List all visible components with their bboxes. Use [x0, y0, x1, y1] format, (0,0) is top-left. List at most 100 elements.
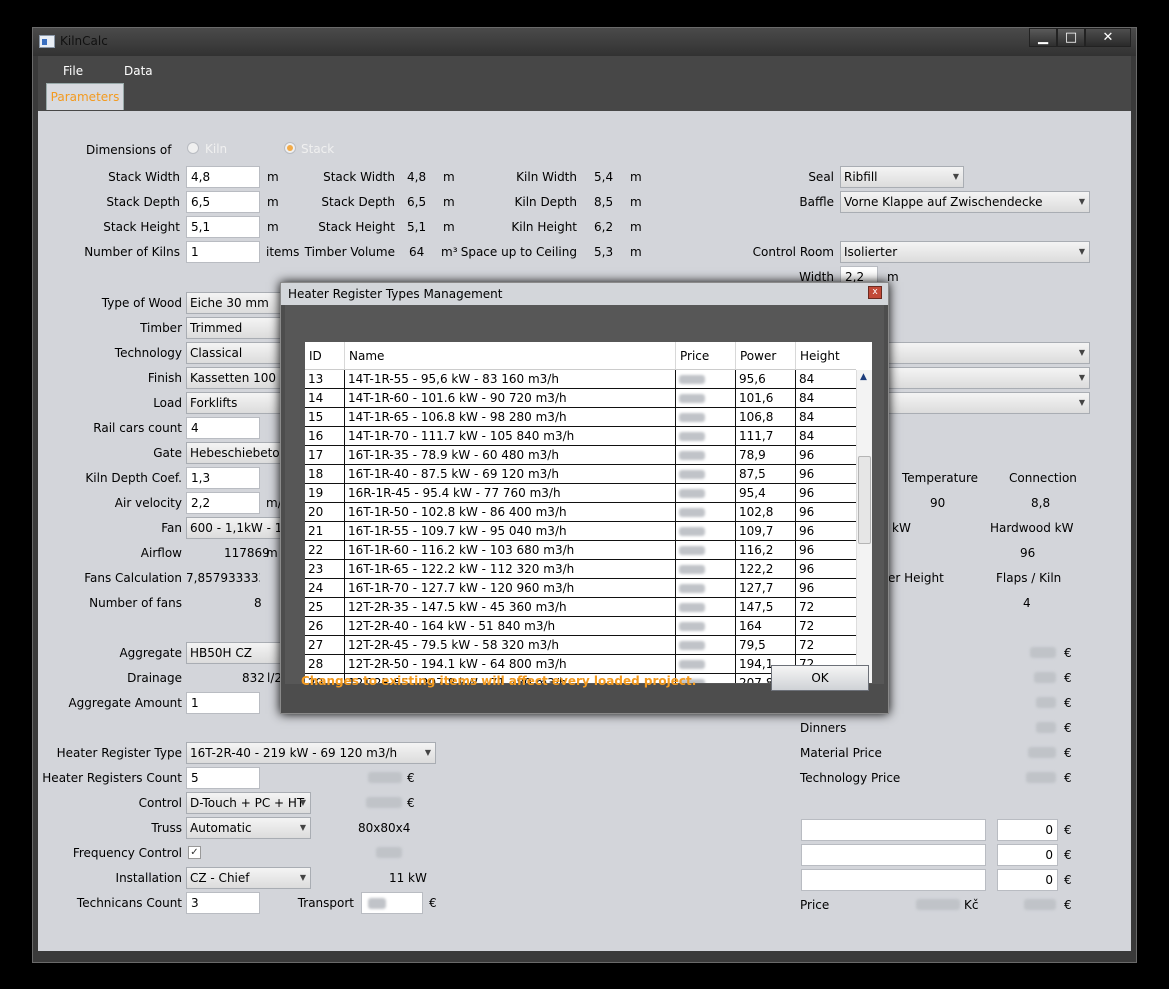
extra-item-name-3[interactable]	[801, 869, 986, 891]
minimize-button[interactable]: ▁	[1029, 28, 1057, 47]
cell-id[interactable]: 16	[305, 427, 345, 445]
table-row[interactable]: 20 16T-1R-50 - 102.8 kW - 86 400 m3/h 102,…	[305, 503, 856, 522]
cell-name[interactable]: 12T-2R-45 - 79.5 kW - 58 320 m3/h	[345, 636, 676, 654]
cell-price[interactable]	[676, 617, 736, 635]
cell-name[interactable]: 16T-1R-65 - 122.2 kW - 112 320 m3/h	[345, 560, 676, 578]
baffle-select[interactable]: Vorne Klappe auf Zwischendecke ▼	[840, 191, 1090, 213]
cell-name[interactable]: 16T-1R-50 - 102.8 kW - 86 400 m3/h	[345, 503, 676, 521]
cell-power[interactable]: 87,5	[736, 465, 796, 483]
stack-height-input[interactable]: 5,1	[186, 216, 260, 238]
cell-height[interactable]: 96	[796, 541, 856, 559]
cell-price[interactable]	[676, 370, 736, 388]
installation-select[interactable]: CZ - Chief ▼	[186, 867, 311, 889]
cell-name[interactable]: 14T-1R-70 - 111.7 kW - 105 840 m3/h	[345, 427, 676, 445]
freq-control-checkbox[interactable]: ✓	[188, 846, 201, 859]
close-button[interactable]: ✕	[1085, 28, 1131, 47]
cell-price[interactable]	[676, 541, 736, 559]
cell-power[interactable]: 147,5	[736, 598, 796, 616]
cell-power[interactable]: 116,2	[736, 541, 796, 559]
cell-height[interactable]: 84	[796, 427, 856, 445]
cell-height[interactable]: 84	[796, 408, 856, 426]
column-header-power[interactable]: Power	[736, 342, 796, 370]
cell-height[interactable]: 84	[796, 370, 856, 388]
column-header-name[interactable]: Name	[345, 342, 676, 370]
cell-id[interactable]: 18	[305, 465, 345, 483]
table-row[interactable]: 25 12T-2R-35 - 147.5 kW - 45 360 m3/h 147,…	[305, 598, 856, 617]
table-row[interactable]: 21 16T-1R-55 - 109.7 kW - 95 040 m3/h 109,…	[305, 522, 856, 541]
table-row[interactable]: 18 16T-1R-40 - 87.5 kW - 69 120 m3/h 87,5 9…	[305, 465, 856, 484]
cell-power[interactable]: 122,2	[736, 560, 796, 578]
cell-name[interactable]: 16T-1R-55 - 109.7 kW - 95 040 m3/h	[345, 522, 676, 540]
table-row[interactable]: 27 12T-2R-45 - 79.5 kW - 58 320 m3/h 79,5 7…	[305, 636, 856, 655]
cell-name[interactable]: 14T-1R-65 - 106.8 kW - 98 280 m3/h	[345, 408, 676, 426]
cell-price[interactable]	[676, 427, 736, 445]
extra-item-name-2[interactable]	[801, 844, 986, 866]
cell-id[interactable]: 13	[305, 370, 345, 388]
dialog-close-button[interactable]: x	[868, 286, 882, 299]
table-row[interactable]: 16 14T-1R-70 - 111.7 kW - 105 840 m3/h 111…	[305, 427, 856, 446]
table-row[interactable]: 24 16T-1R-70 - 127.7 kW - 120 960 m3/h 127…	[305, 579, 856, 598]
heater-count-input[interactable]: 5	[186, 767, 260, 789]
truss-select[interactable]: Automatic ▼	[186, 817, 311, 839]
radio-stack[interactable]	[284, 142, 296, 154]
cell-height[interactable]: 84	[796, 389, 856, 407]
transport-input[interactable]	[361, 892, 423, 914]
scrollbar-thumb[interactable]	[858, 456, 871, 544]
column-header-id[interactable]: ID	[305, 342, 345, 370]
control-room-select[interactable]: Isolierter ▼	[840, 241, 1090, 263]
cell-id[interactable]: 14	[305, 389, 345, 407]
cell-price[interactable]	[676, 522, 736, 540]
table-row[interactable]: 15 14T-1R-65 - 106.8 kW - 98 280 m3/h 106,…	[305, 408, 856, 427]
table-scrollbar[interactable]: ▲ ▼	[856, 370, 872, 683]
extra-item-name-1[interactable]	[801, 819, 986, 841]
cell-height[interactable]: 96	[796, 579, 856, 597]
cell-name[interactable]: 16R-1R-45 - 95.4 kW - 77 760 m3/h	[345, 484, 676, 502]
heater-type-select[interactable]: 16T-2R-40 - 219 kW - 69 120 m3/h ▼	[186, 742, 436, 764]
radio-kiln[interactable]	[187, 142, 199, 154]
cell-id[interactable]: 24	[305, 579, 345, 597]
cell-name[interactable]: 16T-1R-60 - 116.2 kW - 103 680 m3/h	[345, 541, 676, 559]
scroll-up-icon[interactable]: ▲	[860, 372, 867, 382]
table-row[interactable]: 23 16T-1R-65 - 122.2 kW - 112 320 m3/h 122…	[305, 560, 856, 579]
cell-power[interactable]: 106,8	[736, 408, 796, 426]
cell-id[interactable]: 25	[305, 598, 345, 616]
radio-stack-label[interactable]: Stack	[301, 142, 334, 156]
cell-price[interactable]	[676, 655, 736, 673]
air-velocity-input[interactable]: 2,2	[186, 492, 260, 514]
cell-id[interactable]: 17	[305, 446, 345, 464]
rail-cars-input[interactable]: 4	[186, 417, 260, 439]
cell-power[interactable]: 127,7	[736, 579, 796, 597]
table-row[interactable]: 14 14T-1R-60 - 101.6 kW - 90 720 m3/h 101,…	[305, 389, 856, 408]
cell-price[interactable]	[676, 484, 736, 502]
table-row[interactable]: 22 16T-1R-60 - 116.2 kW - 103 680 m3/h 116…	[305, 541, 856, 560]
heater-register-table[interactable]: ID Name Price Power Height 13 14T-1R-55 -…	[305, 342, 872, 683]
cell-price[interactable]	[676, 503, 736, 521]
cell-price[interactable]	[676, 579, 736, 597]
maximize-button[interactable]: □	[1057, 28, 1085, 47]
cell-id[interactable]: 20	[305, 503, 345, 521]
cell-height[interactable]: 96	[796, 560, 856, 578]
extra-item-price-1[interactable]: 0	[997, 819, 1058, 841]
kiln-depth-coef-input[interactable]: 1,3	[186, 467, 260, 489]
cell-height[interactable]: 96	[796, 465, 856, 483]
cell-power[interactable]: 164	[736, 617, 796, 635]
kilns-input[interactable]: 1	[186, 241, 260, 263]
cell-price[interactable]	[676, 408, 736, 426]
cell-price[interactable]	[676, 598, 736, 616]
cell-power[interactable]: 95,4	[736, 484, 796, 502]
column-header-height[interactable]: Height	[796, 342, 856, 370]
cell-height[interactable]: 96	[796, 446, 856, 464]
cell-power[interactable]: 95,6	[736, 370, 796, 388]
cell-price[interactable]	[676, 636, 736, 654]
cell-height[interactable]: 72	[796, 598, 856, 616]
cell-price[interactable]	[676, 560, 736, 578]
cell-id[interactable]: 26	[305, 617, 345, 635]
cell-price[interactable]	[676, 389, 736, 407]
table-row[interactable]: 26 12T-2R-40 - 164 kW - 51 840 m3/h 164 72	[305, 617, 856, 636]
cell-id[interactable]: 15	[305, 408, 345, 426]
cell-price[interactable]	[676, 446, 736, 464]
column-header-price[interactable]: Price	[676, 342, 736, 370]
cell-power[interactable]: 101,6	[736, 389, 796, 407]
cell-id[interactable]: 21	[305, 522, 345, 540]
ok-button[interactable]: OK	[771, 665, 869, 691]
